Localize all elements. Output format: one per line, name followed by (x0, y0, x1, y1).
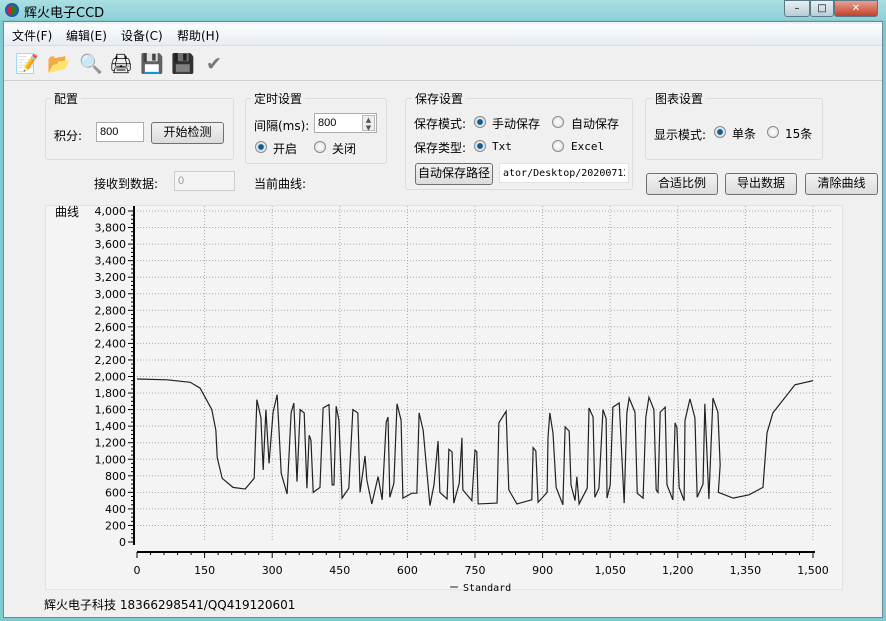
line-chart: 0 200 400 600 800 1,000 1,200 1,400 1,600 1,800 2,… (95, 205, 833, 594)
y-tick-label: 400 (105, 503, 126, 516)
y-tick-label: 3,600 (95, 238, 127, 251)
x-tick-label: 1,500 (797, 564, 829, 577)
x-tick-label: 300 (262, 564, 283, 577)
x-tick-label: 750 (465, 564, 486, 577)
x-tick-label: 0 (134, 564, 141, 577)
y-tick-label: 0 (119, 536, 126, 549)
y-tick-label: 1,200 (95, 437, 127, 450)
x-tick-label: 1,200 (662, 564, 694, 577)
footer-contact: 辉火电子科技 18366298541/QQ419120601 (44, 598, 296, 612)
y-tick-label: 1,000 (95, 453, 127, 466)
y-tick-label: 2,800 (95, 304, 127, 317)
y-tick-label: 800 (105, 470, 126, 483)
x-tick-label: 900 (532, 564, 553, 577)
x-tick-label: 1,050 (594, 564, 626, 577)
y-tick-label: 3,800 (95, 222, 127, 235)
y-tick-label: 2,400 (95, 337, 127, 350)
series-line-standard (136, 378, 814, 507)
y-tick-label: 200 (105, 519, 126, 532)
y-tick-label: 4,000 (95, 205, 127, 218)
y-tick-label: 2,600 (95, 321, 127, 334)
y-tick-label: 600 (105, 486, 126, 499)
x-tick-label: 450 (329, 564, 350, 577)
y-tick-label: 1,400 (95, 420, 127, 433)
x-tick-label: 600 (397, 564, 418, 577)
y-tick-label: 2,000 (95, 371, 127, 384)
y-tick-label: 1,800 (95, 387, 127, 400)
y-tick-label: 3,000 (95, 288, 127, 301)
y-tick-label: 1,600 (95, 404, 127, 417)
y-tick-label: 2,200 (95, 354, 127, 367)
y-tick-label: 3,200 (95, 271, 127, 284)
x-tick-label: 150 (194, 564, 215, 577)
y-tick-label: 3,400 (95, 255, 127, 268)
legend-label: Standard (463, 583, 511, 594)
x-tick-label: 1,350 (730, 564, 762, 577)
